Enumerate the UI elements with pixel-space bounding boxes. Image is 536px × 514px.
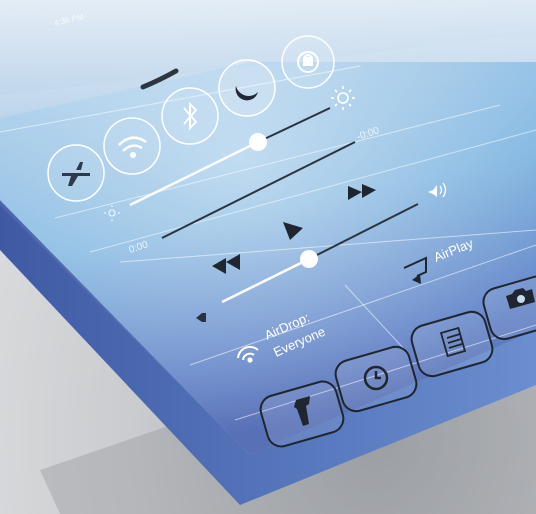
volume-thumb[interactable] xyxy=(300,250,318,268)
toggle-airplane-mode[interactable] xyxy=(47,144,105,202)
toggle-bluetooth[interactable] xyxy=(161,87,219,145)
toggle-rotation-lock[interactable] xyxy=(281,35,335,89)
toggle-do-not-disturb[interactable] xyxy=(218,59,276,117)
toggle-wifi[interactable] xyxy=(103,117,161,175)
control-center-scene: 4:36 PM 0:00 -0:00 AirPlay AirDrop: Ever… xyxy=(0,0,536,514)
brightness-thumb[interactable] xyxy=(249,133,267,151)
